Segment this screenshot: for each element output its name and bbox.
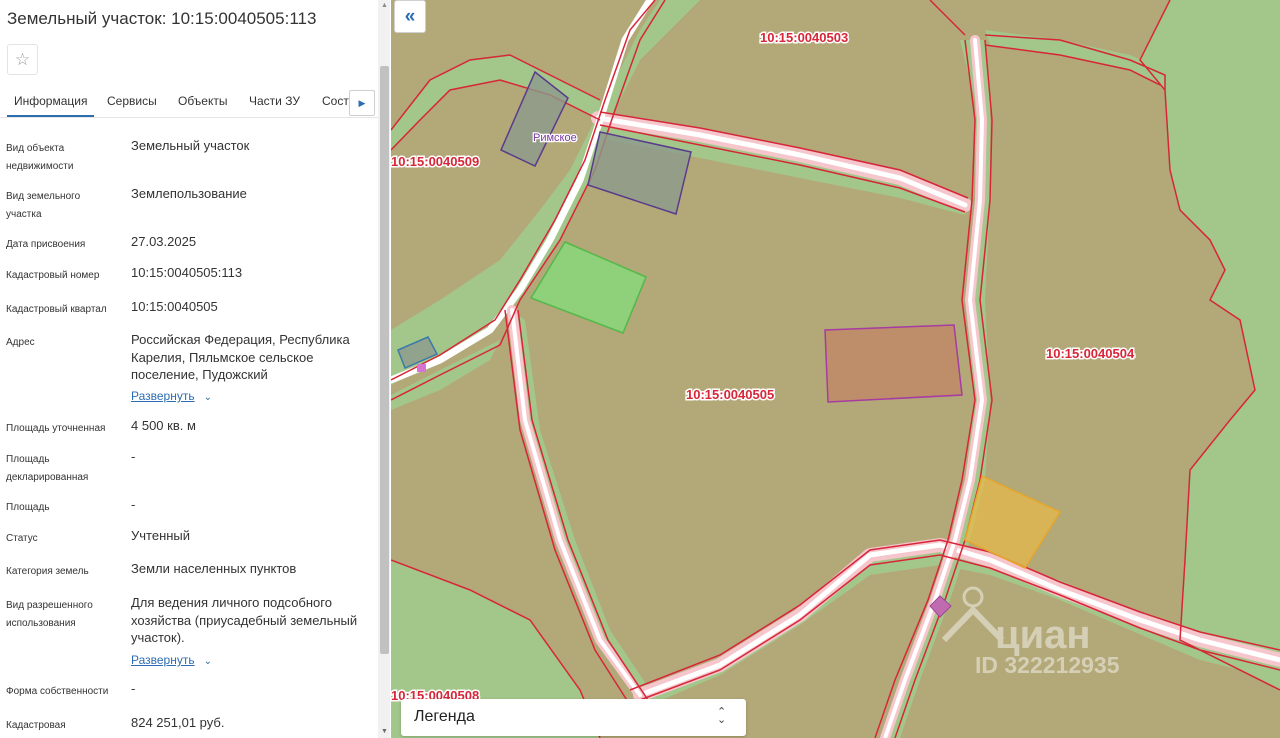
field-value: - [131, 449, 136, 464]
field-value: Земельный участок [131, 138, 250, 153]
field-label: Площадь декларированная [6, 454, 89, 483]
field-value: 4 500 кв. м [131, 418, 196, 433]
scroll-down-arrow-icon[interactable]: ▼ [378, 726, 390, 738]
double-chevron-left-icon: « [404, 6, 416, 27]
field-label: Площадь уточненная [6, 423, 106, 434]
quarter-labels: 10:15:0040503 10:15:0040509 10:15:004050… [391, 29, 1136, 705]
field-label: Вид объекта недвижимости [6, 143, 74, 172]
map-canvas[interactable]: 10:15:0040503 10:15:0040509 10:15:004050… [391, 0, 1280, 738]
forest-area-east [1140, 0, 1280, 690]
field-label: Кадастровый номер [6, 270, 100, 281]
favorite-button[interactable]: ☆ [7, 44, 38, 75]
field-value: 27.03.2025 [131, 234, 197, 249]
expand-link-label: Развернуть [131, 653, 195, 667]
map-pin-icon [962, 586, 984, 608]
page-title: Земельный участок: 10:15:0040505:113 [7, 9, 317, 28]
legend-dropdown[interactable]: Легенда ⌃ ⌄ [401, 699, 746, 736]
field-label: Форма собственности [6, 686, 109, 697]
field-value: Для ведения личного подсобного хозяйства… [131, 595, 358, 645]
expand-address-link[interactable]: Развернуть ⌄ [131, 389, 212, 403]
field-value: - [131, 497, 136, 512]
house-icon [941, 605, 1005, 643]
watermark-id: ID 322212935 [975, 652, 1120, 678]
expand-link-label: Развернуть [131, 389, 195, 403]
field-value: Учтенный [131, 528, 191, 543]
tabs-scroll-right-button[interactable]: ▶ [349, 90, 375, 116]
tab-parcel-parts[interactable]: Части ЗУ [249, 94, 300, 108]
legend-label: Легенда [414, 708, 475, 725]
tab-information[interactable]: Информация [6, 94, 96, 117]
tab-bar: Информация Сервисы Объекты Части ЗУ Сост… [0, 84, 378, 118]
info-sidebar: Земельный участок: 10:15:0040505:113 ☆ И… [0, 0, 390, 738]
chevron-down-icon: ⌄ [203, 656, 212, 667]
field-label: Дата присвоения [6, 239, 86, 250]
field-value: 10:15:0040505:113 [131, 265, 243, 280]
caret-right-icon: ▶ [358, 97, 366, 108]
field-value: 10:15:0040505 [131, 299, 218, 314]
chevron-down-icon: ⌄ [203, 392, 212, 403]
field-label: Категория земель [6, 566, 89, 577]
field-value: - [131, 681, 136, 696]
watermark-brand: циан [995, 613, 1091, 657]
updown-chevron-icon: ⌃ ⌄ [717, 706, 727, 726]
tab-objects[interactable]: Объекты [178, 94, 228, 108]
tab-services[interactable]: Сервисы [107, 94, 157, 108]
village-label: Римское [533, 132, 577, 144]
field-label: Кадастровый квартал [6, 304, 107, 315]
star-icon: ☆ [14, 50, 31, 69]
field-label: Площадь [6, 502, 50, 513]
scroll-up-arrow-icon[interactable]: ▲ [378, 0, 390, 12]
field-label: Адрес [6, 337, 35, 348]
cadastral-map[interactable]: 10:15:0040503 10:15:0040509 10:15:004050… [391, 0, 1280, 738]
field-value: 824 251,01 руб. [131, 715, 225, 730]
map-label: 10:15:0040505 [686, 387, 774, 402]
collapse-sidebar-button[interactable]: « [394, 0, 426, 33]
map-label: 10:15:0040509 [391, 154, 479, 169]
expand-usage-link[interactable]: Развернуть ⌄ [131, 653, 212, 667]
field-label: Вид земельного участка [6, 191, 81, 220]
field-label: Статус [6, 533, 38, 544]
selected-parcel[interactable] [824, 324, 963, 403]
sidebar-scrollbar-thumb[interactable] [380, 66, 389, 654]
map-label: 10:15:0040504 [1046, 346, 1135, 361]
field-value: Земли населенных пунктов [131, 561, 297, 576]
map-label: 10:15:0040503 [760, 30, 848, 45]
field-label: Кадастровая [6, 720, 66, 731]
field-label: Вид разрешенного использования [6, 600, 93, 629]
boundary-line [929, 0, 966, 36]
field-value: Землепользование [131, 186, 247, 201]
field-value: Российская Федерация, Республика Карелия… [131, 332, 350, 382]
parcel-highlight[interactable] [417, 364, 426, 372]
